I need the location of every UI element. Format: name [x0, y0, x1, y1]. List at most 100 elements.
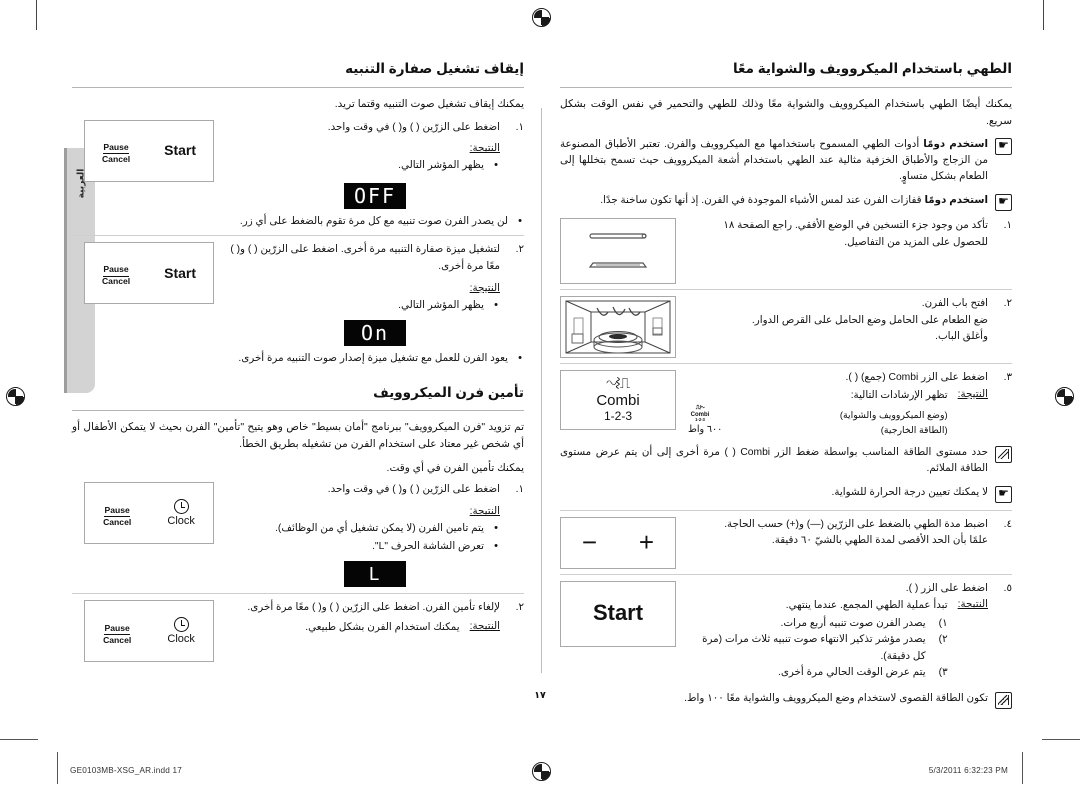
beeper-step-2-bullets: يظهر المؤشر التالي. [214, 297, 500, 315]
step-1-combi: ١. تأكد من وجود جزء التسخين في الوضع الأ… [688, 218, 1012, 251]
step-5-result-text: تبدأ عملية الطهي المجمع. عندما ينتهي. [785, 600, 948, 612]
display-lock: L [344, 561, 406, 588]
title-rule-beeper [72, 86, 524, 88]
sub-item-2-number: ٢) [938, 634, 948, 646]
hand-icon [995, 137, 1012, 155]
title-rule [560, 86, 1012, 88]
pause-cancel-button-face: Pause Cancel [102, 259, 130, 287]
beeper-step-2-text: لتشغيل ميزة صفارة التنبيه مرة أخرى. اضغط… [230, 244, 500, 272]
sub-item-3-number: ٣) [938, 667, 948, 679]
list-item: تعرض الشاشة الحرف "L". [214, 538, 500, 556]
start-button-face: Start [593, 601, 643, 625]
combi-button-face: ⎍⌇∿ Combi 1-2-3 [596, 376, 639, 424]
step-2-line-2: ضع الطعام على الحامل وضع الحامل على القر… [751, 314, 988, 326]
figure-pause-cancel-clock-2: Pause Cancel Clock [84, 600, 214, 663]
registration-target-bottom [532, 762, 551, 781]
step-1-line-2: للحصول على المزيد من التفاصيل. [844, 236, 988, 248]
divider-after-step1 [560, 288, 1012, 290]
page-content: الطهي باستخدام الميكروويف والشواية معًا … [72, 60, 1012, 709]
list-item: ٣) يتم عرض الوقت الحالي مرة أخرى. [688, 665, 948, 681]
clock-label: Clock [167, 633, 195, 646]
lock-step-1-result-label: النتيجة: [469, 506, 500, 518]
figure-start-button: Start [560, 580, 676, 647]
pause-label: Pause [103, 264, 129, 277]
display-off-value: OFF [353, 183, 397, 208]
divider-after-step2 [560, 362, 1012, 364]
lock-step-1-bullets: يتم تامين الفرن (لا يمكن تشغيل أي من الو… [214, 520, 500, 556]
step-3-result-text: تظهر الإرشادات التالية: [850, 389, 948, 401]
note-gloves: استخدم دومًا قفازات الفرن عند لمس الأشيا… [560, 193, 1012, 211]
footer-crop-right [1042, 739, 1080, 740]
list-item: يتم تامين الفرن (لا يمكن تشغيل أي من الو… [214, 520, 500, 538]
step-4-number: ٤. [1003, 518, 1012, 530]
grill-microwave-icon: ⎍⌇∿ [606, 375, 630, 393]
registration-target-left [6, 387, 25, 406]
list-item: ٢) يصدر مؤشر تذكير الانتهاء صوت تنبيه ثل… [688, 632, 948, 665]
beeper-step-1-after-bullets: لن يصدر الفرن صوت تنبيه مع كل مرة تقوم ب… [72, 213, 524, 231]
sub-item-1-number: ١) [938, 617, 948, 629]
note-no-grill-temp-text: لا يمكنك تعيين درجة الحرارة للشواية. [831, 486, 988, 498]
pause-cancel-button-face: Pause Cancel [103, 500, 131, 528]
cancel-label: Cancel [101, 153, 131, 164]
lock-intro-text-2: يمكنك تأمين الفرن في أي وقت. [386, 462, 524, 475]
registration-target-top [532, 8, 551, 27]
step-3-text: اضغط على الزر Combi (جمع) ( ). [845, 371, 988, 383]
footer-timestamp: 5/3/2011 6:32:23 PM [928, 766, 1008, 775]
hand-icon [995, 485, 1012, 503]
column-beeper-and-lock: إيقاف تشغيل صفارة التنبيه يمكنك إيقاف تش… [72, 60, 524, 663]
step-4-line-1: اضبط مدة الطهي بالضغط على الزرّين (—) و(… [724, 518, 988, 530]
note-cookware-bold: استخدم دومًا [923, 138, 989, 150]
column-combi-cooking: الطهي باستخدام الميكروويف والشواية معًا … [560, 60, 1012, 716]
step-2-line-1: افتح باب الفرن. [921, 297, 988, 309]
step-4-line-2: علمًا بأن الحد الأقصى لمدة الطهي بالشيّ … [771, 535, 988, 547]
hand-icon [995, 193, 1012, 211]
lock-step-2-text: لإلغاء تأمين الفرن. اضغط على الزرّين ( )… [247, 602, 500, 614]
footer-bar-right [1022, 752, 1023, 784]
start-label: Start [164, 264, 197, 281]
minus-icon: − [581, 527, 598, 558]
start-button-face: Start [164, 264, 197, 281]
step-3-result-label: النتيجة: [957, 388, 988, 400]
footer-filename: GE0103MB-XSG_AR.indd 17 [70, 766, 183, 775]
lock-step-2-result-label: النتيجة: [469, 621, 500, 633]
cancel-label: Cancel [101, 276, 131, 287]
figure-combi-button: ⎍⌇∿ Combi 1-2-3 [560, 369, 676, 430]
beeper-step-2: ٢. لتشغيل ميزة صفارة التنبيه مرة أخرى. ا… [214, 242, 524, 316]
combi-button-number: 1-2-3 [604, 409, 633, 424]
beeper-step-1-bullets: يظهر المؤشر التالي. [214, 157, 500, 175]
beeper-step-2-after-bullets: يعود الفرن للعمل مع تشغيل ميزة إصدار صوت… [72, 350, 524, 368]
step-3-power: ٦٠٠ واط [688, 424, 723, 436]
step-5-combi: ٥. اضغط على الزر ( ). النتيجة: تبدأ عملي… [688, 581, 1012, 683]
lock-step-1: ١. اضغط على الزرّين ( ) و( ) في وقت واحد… [214, 482, 524, 557]
clock-icon [173, 499, 189, 515]
start-label: Start [164, 141, 197, 158]
step-5-sub-list: ١) يصدر الفرن صوت تنبيه أربع مرات. ٢) يص… [688, 616, 948, 682]
cancel-label: Cancel [103, 634, 132, 645]
section-title-combi: الطهي باستخدام الميكروويف والشواية معًا [732, 61, 1012, 76]
clock-button-face: Clock [167, 617, 195, 646]
lock-step-1-text: اضغط على الزرّين ( ) و( ) في وقت واحد. [327, 484, 500, 496]
figure-pause-cancel-start-2: Pause Cancel Start [84, 242, 214, 305]
note-power-level-text: حدد مستوى الطاقة المناسب بواسطة ضغط الزر… [560, 446, 988, 475]
figure-plus-minus-button: − + [560, 516, 676, 569]
list-item: يظهر المؤشر التالي. [214, 297, 500, 315]
step-4-combi: ٤. اضبط مدة الطهي بالضغط على الزرّين (—)… [688, 517, 1012, 550]
combi-key-inline: ⎍⌇∿ Combi 1-2-3 [690, 405, 710, 422]
list-item: ١) يصدر الفرن صوت تنبيه أربع مرات. [688, 616, 948, 632]
step-3-detail-2: (الطاقة الخارجية) [880, 424, 948, 436]
pencil-note-icon [995, 445, 1012, 463]
list-item: لن يصدر الفرن صوت تنبيه مع كل مرة تقوم ب… [72, 213, 524, 231]
display-lock-value: L [368, 563, 382, 585]
lock-intro-text: تم تزويد "فرن الميكروويف" ببرنامج "أمان … [72, 421, 524, 451]
page-number: ١٧ [534, 690, 546, 701]
sub-item-1-text: يصدر الفرن صوت تنبيه أربع مرات. [780, 617, 926, 629]
figure-pause-cancel-start-1: Pause Cancel Start [84, 119, 214, 182]
lock-step-2-result-text: يمكنك استخدام الفرن بشكل طبيعي. [305, 622, 460, 634]
step-5-result-label: النتيجة: [957, 599, 988, 611]
clock-button-face: Clock [167, 499, 195, 528]
pause-label: Pause [104, 623, 130, 635]
note-gloves-bold: استخدم دومًا [924, 194, 988, 206]
section-title-lock: تأمين فرن الميكروويف [373, 384, 524, 400]
start-button-face: Start [164, 141, 197, 158]
step-3-number: ٣. [1003, 371, 1012, 383]
